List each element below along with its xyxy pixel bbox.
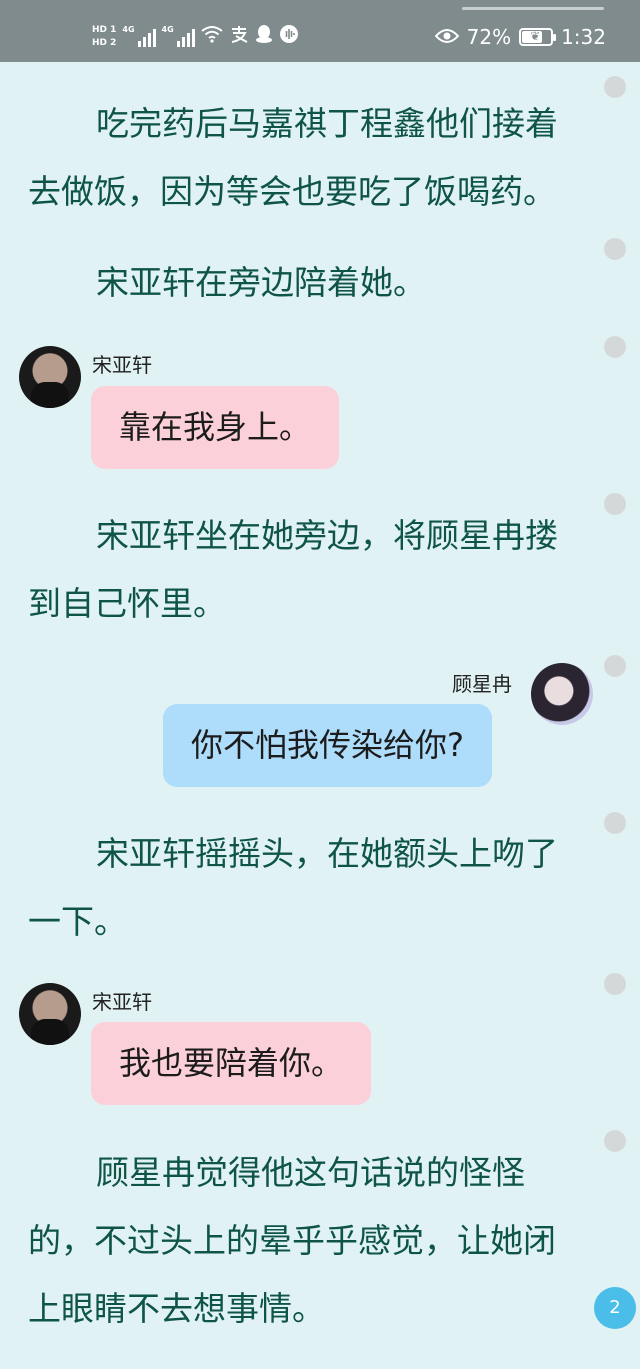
hd-indicator: HD 1 HD 2 [92, 24, 117, 48]
status-left: HD 1 HD 2 4G 4G [92, 18, 299, 54]
comment-dot[interactable] [604, 76, 626, 98]
comment-dot[interactable] [604, 238, 626, 260]
chat-sender-name: 顾星冉 [452, 672, 512, 696]
avatar[interactable] [19, 346, 81, 408]
audio-icon [279, 24, 299, 48]
eye-icon [434, 25, 459, 49]
story-paragraph: 吃完药后马嘉祺丁程鑫他们接着去做饭，因为等会也要吃了饭喝药。 [28, 104, 558, 211]
battery-icon: ❦ [519, 28, 557, 46]
battery-percent: 72% [466, 25, 512, 49]
comment-dot[interactable] [604, 812, 626, 834]
story-paragraph: 宋亚轩坐在她旁边，将顾星冉搂到自己怀里。 [28, 516, 558, 623]
signal-icon: 4G [122, 25, 156, 47]
clock: 1:32 [561, 25, 606, 49]
signal-icon: 4G [162, 25, 195, 47]
wifi-icon [201, 25, 223, 47]
avatar[interactable] [531, 663, 593, 725]
story-paragraph: 宋亚轩在旁边陪着她。 [96, 263, 426, 302]
chat-bubble: 你不怕我传染给你? [163, 704, 492, 787]
alipay-icon [229, 25, 249, 47]
status-right: 72% ❦ 1:32 [434, 22, 606, 52]
comment-dot[interactable] [604, 1130, 626, 1152]
story-paragraph: 宋亚轩摇摇头，在她额头上吻了一下。 [28, 834, 558, 941]
status-bar-pill [462, 7, 604, 10]
chat-sender-name: 宋亚轩 [92, 353, 152, 377]
page-badge[interactable]: 2 [594, 1287, 636, 1329]
comment-dot[interactable] [604, 336, 626, 358]
chat-sender-name: 宋亚轩 [92, 990, 152, 1014]
comment-dot[interactable] [604, 493, 626, 515]
chat-bubble: 靠在我身上。 [91, 386, 340, 469]
story-paragraph: 顾星冉觉得他这句话说的怪怪的，不过头上的晕乎乎感觉，让她闭上眼睛不去想事情。 [28, 1153, 556, 1328]
chat-bubble: 我也要陪着你。 [91, 1022, 372, 1105]
qq-icon [255, 24, 273, 48]
leaf-icon: ❦ [530, 29, 541, 43]
comment-dot[interactable] [604, 655, 626, 677]
avatar[interactable] [19, 983, 81, 1045]
comment-dot[interactable] [604, 973, 626, 995]
status-bar: HD 1 HD 2 4G 4G 72% ❦ 1:32 [0, 0, 640, 62]
